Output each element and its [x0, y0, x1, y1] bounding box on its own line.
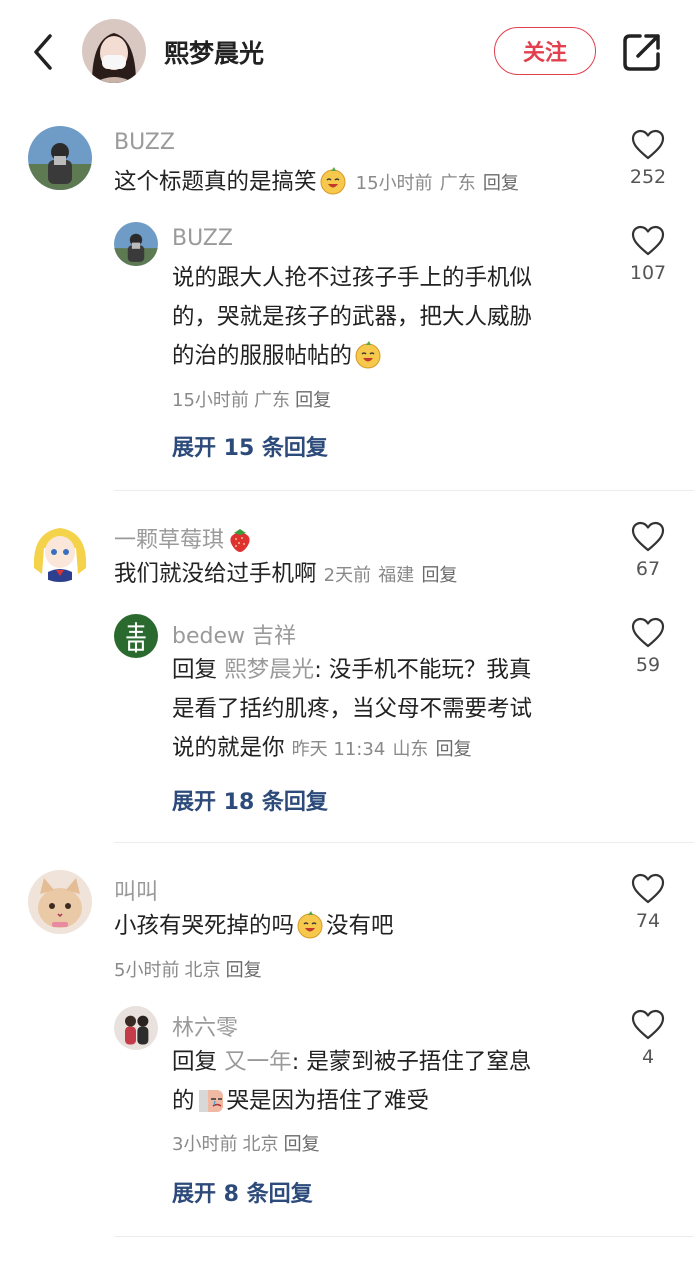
comment-text-body: 小孩有哭死掉的吗: [114, 913, 295, 939]
reply-button[interactable]: 回复: [284, 1134, 320, 1155]
heart-icon[interactable]: [631, 128, 665, 162]
reply-location: 山东: [392, 739, 429, 760]
author-avatar[interactable]: [82, 19, 146, 83]
reply-avatar[interactable]: [114, 222, 158, 266]
reply-to-user[interactable]: 熙梦晨光: [224, 657, 314, 683]
reply-text-line: : 没手机不能玩？我真: [314, 657, 532, 683]
like-count: 67: [635, 558, 661, 580]
like-control[interactable]: 252: [618, 128, 678, 188]
thread-divider: [114, 842, 694, 843]
comment-meta: 5小时前 北京 回复: [114, 956, 262, 982]
back-arrow-icon[interactable]: [26, 30, 62, 74]
heart-icon[interactable]: [631, 872, 665, 906]
reply-button[interactable]: 回复: [436, 739, 472, 760]
thread-divider: [114, 1236, 694, 1237]
laughing-emoji-icon: [354, 341, 382, 369]
reply-text-line: 的: [172, 1088, 195, 1114]
heart-icon[interactable]: [631, 616, 665, 650]
like-count: 74: [635, 910, 661, 932]
comment-location: 北京: [184, 960, 221, 981]
comment-username[interactable]: 叫叫: [114, 874, 158, 906]
reply-text-line-1: 回复 熙梦晨光: 没手机不能玩？我真: [172, 651, 592, 690]
comment-text-body: 这个标题真的是搞笑: [114, 169, 317, 195]
reply-prefix: 回复: [172, 1049, 218, 1075]
reply-meta: 3小时前 北京 回复: [172, 1130, 320, 1156]
heart-icon[interactable]: [631, 224, 665, 258]
reply-avatar[interactable]: [114, 614, 158, 658]
reply-meta: 15小时前 广东 回复: [172, 386, 331, 412]
like-control[interactable]: 107: [618, 224, 678, 284]
reply-location: 北京: [242, 1134, 279, 1155]
laughing-emoji-icon: [296, 911, 324, 939]
reply-text: 回复 熙梦晨光: 没手机不能玩？我真 是看了括约肌疼，当父母不需要考试 说的就是…: [172, 651, 592, 769]
comment-text: 我们就没给过手机啊 2天前 福建 回复: [114, 555, 457, 595]
thread-divider: [114, 490, 694, 491]
reply-text-line: 说的就是你: [172, 735, 285, 761]
reply-text-line: : 是蒙到被子捂住了窒息: [291, 1049, 532, 1075]
reply-time: 昨天 11:34: [291, 739, 386, 760]
comment-username[interactable]: BUZZ: [114, 130, 175, 155]
comment-text: 小孩有哭死掉的吗 没有吧: [114, 907, 394, 946]
strawberry-icon: [226, 525, 254, 553]
like-control[interactable]: 59: [618, 616, 678, 676]
comment-text: 这个标题真的是搞笑 15小时前 广东 回复: [114, 163, 519, 203]
user-avatar[interactable]: [28, 870, 92, 934]
reply-to-user[interactable]: 又一年: [224, 1049, 292, 1075]
reply-location: 广东: [254, 390, 290, 411]
reply-text-line: 哭是因为捂住了难受: [226, 1088, 430, 1114]
reply-time: 3小时前: [172, 1134, 238, 1155]
reply-text-line-3: 的治的服服帖帖的: [172, 337, 592, 376]
reply-button[interactable]: 回复: [295, 390, 331, 411]
like-count: 107: [629, 262, 667, 284]
reply-username[interactable]: BUZZ: [172, 226, 233, 251]
heart-icon[interactable]: [631, 520, 665, 554]
crying-emoji-icon: [197, 1086, 225, 1114]
like-control[interactable]: 4: [618, 1008, 678, 1068]
comment-location: 福建: [378, 565, 415, 586]
expand-replies-button[interactable]: 展开 15 条回复: [172, 430, 328, 462]
author-name[interactable]: 熙梦晨光: [164, 34, 264, 70]
heart-icon[interactable]: [631, 1008, 665, 1042]
reply-text-line: 说的跟大人抢不过孩子手上的手机似: [172, 265, 533, 291]
share-icon[interactable]: [620, 30, 664, 74]
like-control[interactable]: 67: [618, 520, 678, 580]
expand-replies-button[interactable]: 展开 8 条回复: [172, 1176, 313, 1208]
like-control[interactable]: 74: [618, 872, 678, 932]
comment-location: 广东: [439, 173, 476, 194]
reply-username[interactable]: 林六零: [172, 1010, 238, 1042]
reply-button[interactable]: 回复: [226, 960, 262, 981]
reply-button[interactable]: 回复: [483, 173, 519, 194]
laughing-emoji-icon: [319, 167, 347, 195]
reply-prefix: 回复: [172, 657, 218, 683]
reply-avatar[interactable]: [114, 1006, 158, 1050]
comment-username[interactable]: 一颗草莓琪: [114, 528, 224, 553]
like-count: 4: [641, 1046, 655, 1068]
comment-username-wrap: 一颗草莓琪: [114, 522, 256, 554]
comment-text-body: 我们就没给过手机啊: [114, 561, 317, 587]
top-bar: 熙梦晨光 关注: [0, 0, 694, 104]
comment-time: 2天前: [323, 565, 372, 586]
reply-button[interactable]: 回复: [421, 565, 457, 586]
reply-text: 说的跟大人抢不过孩子手上的手机似 的，哭就是孩子的武器，把大人威胁 的治的服服帖…: [172, 259, 592, 376]
reply-text-line: 的治的服服帖帖的: [172, 343, 353, 369]
reply-username[interactable]: bedew 吉祥: [172, 618, 296, 650]
reply-text-line: 的，哭就是孩子的武器，把大人威胁: [172, 304, 533, 330]
comment-time: 15小时前: [355, 173, 433, 194]
reply-text-line: 是看了括约肌疼，当父母不需要考试: [172, 696, 533, 722]
follow-button[interactable]: 关注: [494, 27, 596, 75]
reply-text-line-2: 的 哭是因为捂住了难受: [172, 1082, 592, 1121]
comment-text-body: 没有吧: [326, 913, 394, 939]
comment-time: 5小时前: [114, 960, 180, 981]
user-avatar[interactable]: [28, 518, 92, 582]
user-avatar[interactable]: [28, 126, 92, 190]
like-count: 252: [629, 166, 667, 188]
reply-text-line-1: 回复 又一年: 是蒙到被子捂住了窒息: [172, 1043, 592, 1082]
reply-time: 15小时前: [172, 390, 249, 411]
reply-text: 回复 又一年: 是蒙到被子捂住了窒息 的 哭是因为捂住了难受: [172, 1043, 592, 1121]
expand-replies-button[interactable]: 展开 18 条回复: [172, 784, 328, 816]
like-count: 59: [635, 654, 661, 676]
reply-text-line-3: 说的就是你 昨天 11:34 山东 回复: [172, 729, 592, 769]
